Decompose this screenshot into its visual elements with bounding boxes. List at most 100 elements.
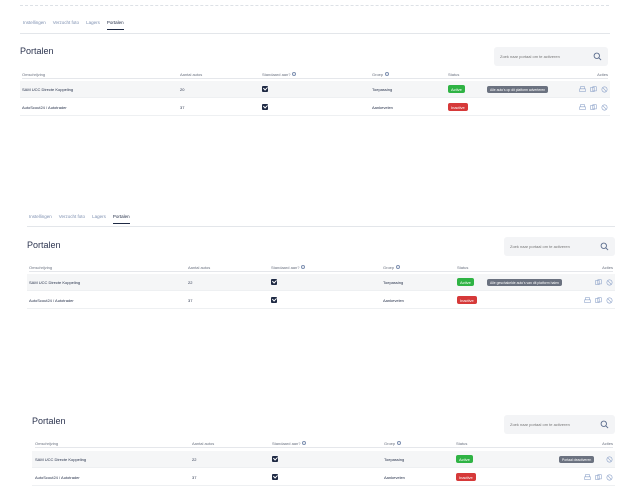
table-header: Omschrijving Aantal autos Standaard aan?… <box>22 70 608 79</box>
row-status-cell: Inactive <box>448 103 544 111</box>
row-std-cell <box>262 85 372 93</box>
col-status: Status <box>456 440 468 446</box>
row-reason: Aankevelen <box>372 104 393 110</box>
col-std: Standaard aan? <box>262 72 372 77</box>
tab-instellingen[interactable]: Instellingen <box>23 20 46 30</box>
copy-icon[interactable] <box>595 296 602 304</box>
status-badge: Inactive <box>448 103 468 111</box>
info-icon[interactable] <box>302 441 307 446</box>
copy-icon[interactable] <box>590 85 597 93</box>
tab-verzocht-foto[interactable]: Verzocht foto <box>59 214 85 224</box>
page-title: Portalen <box>32 416 66 426</box>
page-title: Portalen <box>27 240 61 250</box>
top-divider <box>20 5 609 6</box>
col-count: Aantal autos <box>180 71 203 77</box>
standard-checkbox[interactable] <box>271 296 277 303</box>
col-count: Aantal autos <box>188 264 211 270</box>
search-input[interactable] <box>510 422 600 427</box>
info-icon[interactable] <box>397 441 402 446</box>
col-status: Status <box>448 71 460 77</box>
search-input[interactable] <box>500 54 593 59</box>
copy-icon[interactable] <box>590 103 597 111</box>
row-desc: AutoScout24 / Autotrader <box>22 104 67 110</box>
table-row: AutoScout24 / Autotrader 37 Aankevelen I… <box>20 99 610 116</box>
col-std: Standaard aan? <box>272 441 384 446</box>
copy-icon[interactable] <box>595 278 602 286</box>
row-actions <box>551 473 613 481</box>
row-desc: AutoScout24 / Autotrader <box>35 474 80 480</box>
ban-icon[interactable] <box>601 104 608 111</box>
portal-search <box>494 47 608 66</box>
standard-checkbox[interactable] <box>262 103 268 110</box>
search-icon[interactable] <box>593 52 602 61</box>
row-count: 37 <box>192 474 197 480</box>
status-badge: Active <box>456 455 473 463</box>
row-count: 37 <box>180 104 185 110</box>
row-std-cell <box>272 455 384 463</box>
row-actions <box>551 296 613 304</box>
standard-checkbox[interactable] <box>272 455 278 462</box>
row-reason: Toepassing <box>383 279 404 285</box>
info-icon[interactable] <box>396 265 401 270</box>
copy-icon[interactable] <box>595 473 602 481</box>
row-desc: SAM UCC Directe Koppeling <box>35 456 87 462</box>
col-status: Status <box>457 264 469 270</box>
ban-icon[interactable] <box>601 86 608 93</box>
tab-divider <box>27 226 615 227</box>
search-input[interactable] <box>510 244 600 249</box>
col-std-label: Standaard aan? <box>262 71 291 77</box>
tab-instellingen[interactable]: Instellingen <box>29 214 52 224</box>
tab-lagers[interactable]: Lagers <box>92 214 106 224</box>
tab-portalen[interactable]: Portalen <box>112 214 130 224</box>
ban-icon[interactable] <box>606 279 613 286</box>
standard-checkbox[interactable] <box>262 85 268 92</box>
col-reason: Groep <box>383 265 457 270</box>
status-badge: Inactive <box>457 296 477 304</box>
row-desc: SAM UCC Directe Koppeling <box>29 279 81 285</box>
print-icon[interactable] <box>579 103 586 111</box>
info-icon[interactable] <box>292 72 297 77</box>
search-icon[interactable] <box>600 242 609 251</box>
col-actions: Acties <box>597 71 608 77</box>
tab-portalen[interactable]: Portalen <box>106 20 124 30</box>
row-count: 37 <box>188 297 193 303</box>
info-icon[interactable] <box>385 72 390 77</box>
col-reason-label: Groep <box>384 440 396 446</box>
ban-icon[interactable] <box>606 474 613 481</box>
tooltip: Portaal deactiveren <box>559 456 595 463</box>
standard-checkbox[interactable] <box>271 278 277 285</box>
info-icon[interactable] <box>301 265 306 270</box>
row-reason: Aankevelen <box>383 297 404 303</box>
row-std-cell <box>271 296 383 304</box>
row-actions <box>544 85 608 93</box>
print-icon[interactable] <box>584 296 591 304</box>
tooltip: Alle auto's op dit platform adverteren <box>487 86 549 93</box>
row-desc: AutoScout24 / Autotrader <box>29 297 74 303</box>
tooltip: Alle geschakelde auto's van dit platform… <box>487 279 562 286</box>
row-desc: SAM UCC Directe Koppeling <box>22 86 74 92</box>
search-icon[interactable] <box>600 420 609 429</box>
table-row: SAM UCC Directe Koppeling 22 Toepassing … <box>32 451 615 468</box>
row-reason: Aankevelen <box>384 474 405 480</box>
ban-icon[interactable] <box>606 456 613 463</box>
tab-lagers[interactable]: Lagers <box>86 20 100 30</box>
row-count: 22 <box>188 279 193 285</box>
tab-verzocht-foto[interactable]: Verzocht foto <box>53 20 79 30</box>
print-icon[interactable] <box>584 473 591 481</box>
portal-search <box>504 237 615 256</box>
col-desc: Omschrijving <box>35 440 59 446</box>
ban-icon[interactable] <box>606 297 613 304</box>
standard-checkbox[interactable] <box>272 473 278 480</box>
row-std-cell <box>271 278 383 286</box>
status-badge: Active <box>448 85 465 93</box>
table-header: Omschrijving Aantal autos Standaard aan?… <box>29 263 613 272</box>
tab-divider <box>20 33 610 34</box>
tab-bar: Instellingen Verzocht foto Lagers Portal… <box>29 214 130 224</box>
row-std-cell <box>272 473 384 481</box>
status-badge: Inactive <box>456 473 476 481</box>
col-reason-label: Groep <box>383 264 395 270</box>
col-desc: Omschrijving <box>22 71 46 77</box>
row-status-cell: Inactive <box>457 296 551 304</box>
row-std-cell <box>262 103 372 111</box>
print-icon[interactable] <box>579 85 586 93</box>
